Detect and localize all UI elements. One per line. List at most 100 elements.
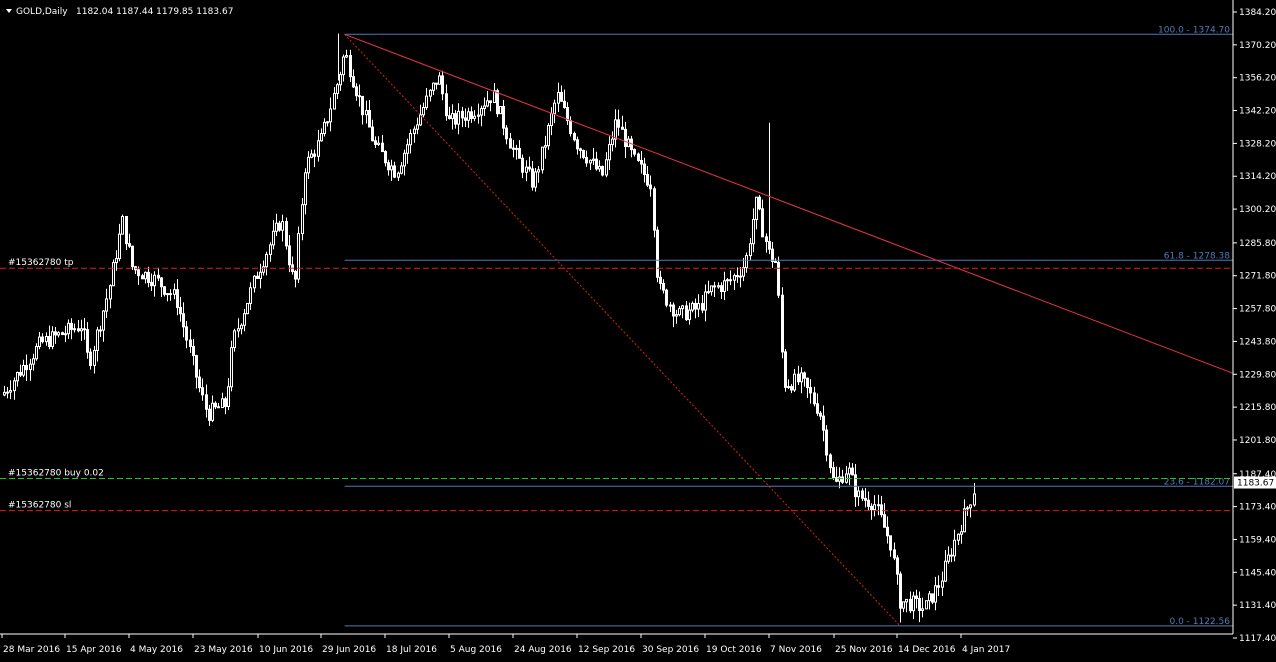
candle-body <box>880 504 883 516</box>
candle-body <box>352 76 355 88</box>
candle-body <box>925 600 928 610</box>
candle-body <box>477 114 480 117</box>
candle-body <box>243 313 246 326</box>
candle-body <box>368 110 371 128</box>
candle-body <box>557 91 560 104</box>
time-tick-label: 15 Apr 2016 <box>66 645 122 655</box>
candle-body <box>307 156 310 174</box>
price-tick-label: 1131.40 <box>1239 601 1276 611</box>
candle-body <box>573 133 576 141</box>
time-tick-label: 29 Jun 2016 <box>322 645 376 655</box>
candle-body <box>313 153 316 157</box>
candle-body <box>841 476 844 483</box>
candle-body <box>867 499 870 507</box>
price-tick-label: 1342.20 <box>1239 107 1276 117</box>
candle-body <box>326 121 329 124</box>
candle-body <box>233 330 236 349</box>
candle-body <box>435 82 438 85</box>
candle-body <box>829 454 832 469</box>
time-tick-label: 30 Sep 2016 <box>642 645 699 655</box>
candle-body <box>912 595 915 612</box>
time-tick-label: 4 May 2016 <box>130 645 183 655</box>
time-tick-label: 10 Jun 2016 <box>259 645 313 655</box>
candle-body <box>739 275 742 278</box>
candle-body <box>611 138 614 146</box>
candle-body <box>563 100 566 108</box>
candle-body <box>19 371 22 376</box>
price-tick-label: 1328.20 <box>1239 139 1276 149</box>
candle-body <box>361 95 364 116</box>
candle-body <box>729 279 732 282</box>
symbol-label: GOLD,Daily <box>16 7 68 17</box>
candle-body <box>214 402 217 408</box>
price-tick-label: 1229.80 <box>1239 370 1276 380</box>
candle-body <box>499 105 502 115</box>
candle-body <box>432 82 435 91</box>
candle-body <box>189 339 192 347</box>
candle-body <box>569 119 572 135</box>
candle-body <box>592 158 595 161</box>
candle-body <box>489 100 492 104</box>
candle-body <box>723 280 726 292</box>
candle-body <box>509 138 512 149</box>
candle-body <box>771 248 774 262</box>
candle-body <box>265 253 268 268</box>
candle-body <box>877 504 880 507</box>
candle-body <box>931 593 934 603</box>
candle-body <box>438 75 441 85</box>
candle-body <box>598 165 601 170</box>
gold-daily-chart[interactable]: 100.0 - 1374.7061.8 - 1278.3823.6 - 1182… <box>0 0 1276 662</box>
candle-body <box>83 328 86 331</box>
candle-body <box>269 244 272 255</box>
candle-body <box>86 329 89 353</box>
candle-body <box>278 222 281 231</box>
candle-body <box>230 347 233 388</box>
price-tick-label: 1271.80 <box>1239 272 1276 282</box>
candle-body <box>22 365 25 376</box>
candle-body <box>345 55 348 58</box>
time-tick-label: 23 May 2016 <box>194 645 253 655</box>
candle-body <box>675 314 678 317</box>
candle-body <box>646 174 649 186</box>
candle-body <box>374 140 377 145</box>
price-tick-label: 1243.80 <box>1239 337 1276 347</box>
candle-body <box>29 363 32 371</box>
candle-body <box>41 336 44 343</box>
candle-body <box>118 233 121 260</box>
candle-body <box>521 157 524 173</box>
candle-body <box>281 221 284 231</box>
time-tick-label: 4 Jan 2017 <box>962 645 1010 655</box>
candle-body <box>221 398 224 409</box>
time-tick-label: 25 Nov 2016 <box>835 645 893 655</box>
candle-body <box>61 332 64 336</box>
candle-body <box>813 392 816 405</box>
candle-body <box>595 158 598 170</box>
candle-body <box>128 243 131 247</box>
candle-body <box>339 74 342 86</box>
price-tick-label: 1173.40 <box>1239 503 1276 513</box>
candle-body <box>109 285 112 300</box>
candle-body <box>51 331 54 347</box>
candle-body <box>973 493 976 506</box>
candle-body <box>832 467 835 479</box>
candle-body <box>224 398 227 407</box>
candle-body <box>486 100 489 107</box>
candle-body <box>381 142 384 153</box>
candle-body <box>253 275 256 289</box>
candle-body <box>848 467 851 475</box>
candle-body <box>429 89 432 97</box>
candle-body <box>541 146 544 171</box>
candle-body <box>297 233 300 280</box>
time-tick-label: 24 Aug 2016 <box>514 645 572 655</box>
candle-body <box>147 271 150 283</box>
candle-body <box>294 270 297 280</box>
candle-body <box>105 298 108 312</box>
candle-body <box>608 144 611 161</box>
price-tick-label: 1201.80 <box>1239 436 1276 446</box>
candle-body <box>525 166 528 173</box>
candle-body <box>467 111 470 121</box>
candle-body <box>448 115 451 120</box>
candle-body <box>54 331 57 336</box>
candle-body <box>941 580 944 588</box>
candle-body <box>272 230 275 246</box>
